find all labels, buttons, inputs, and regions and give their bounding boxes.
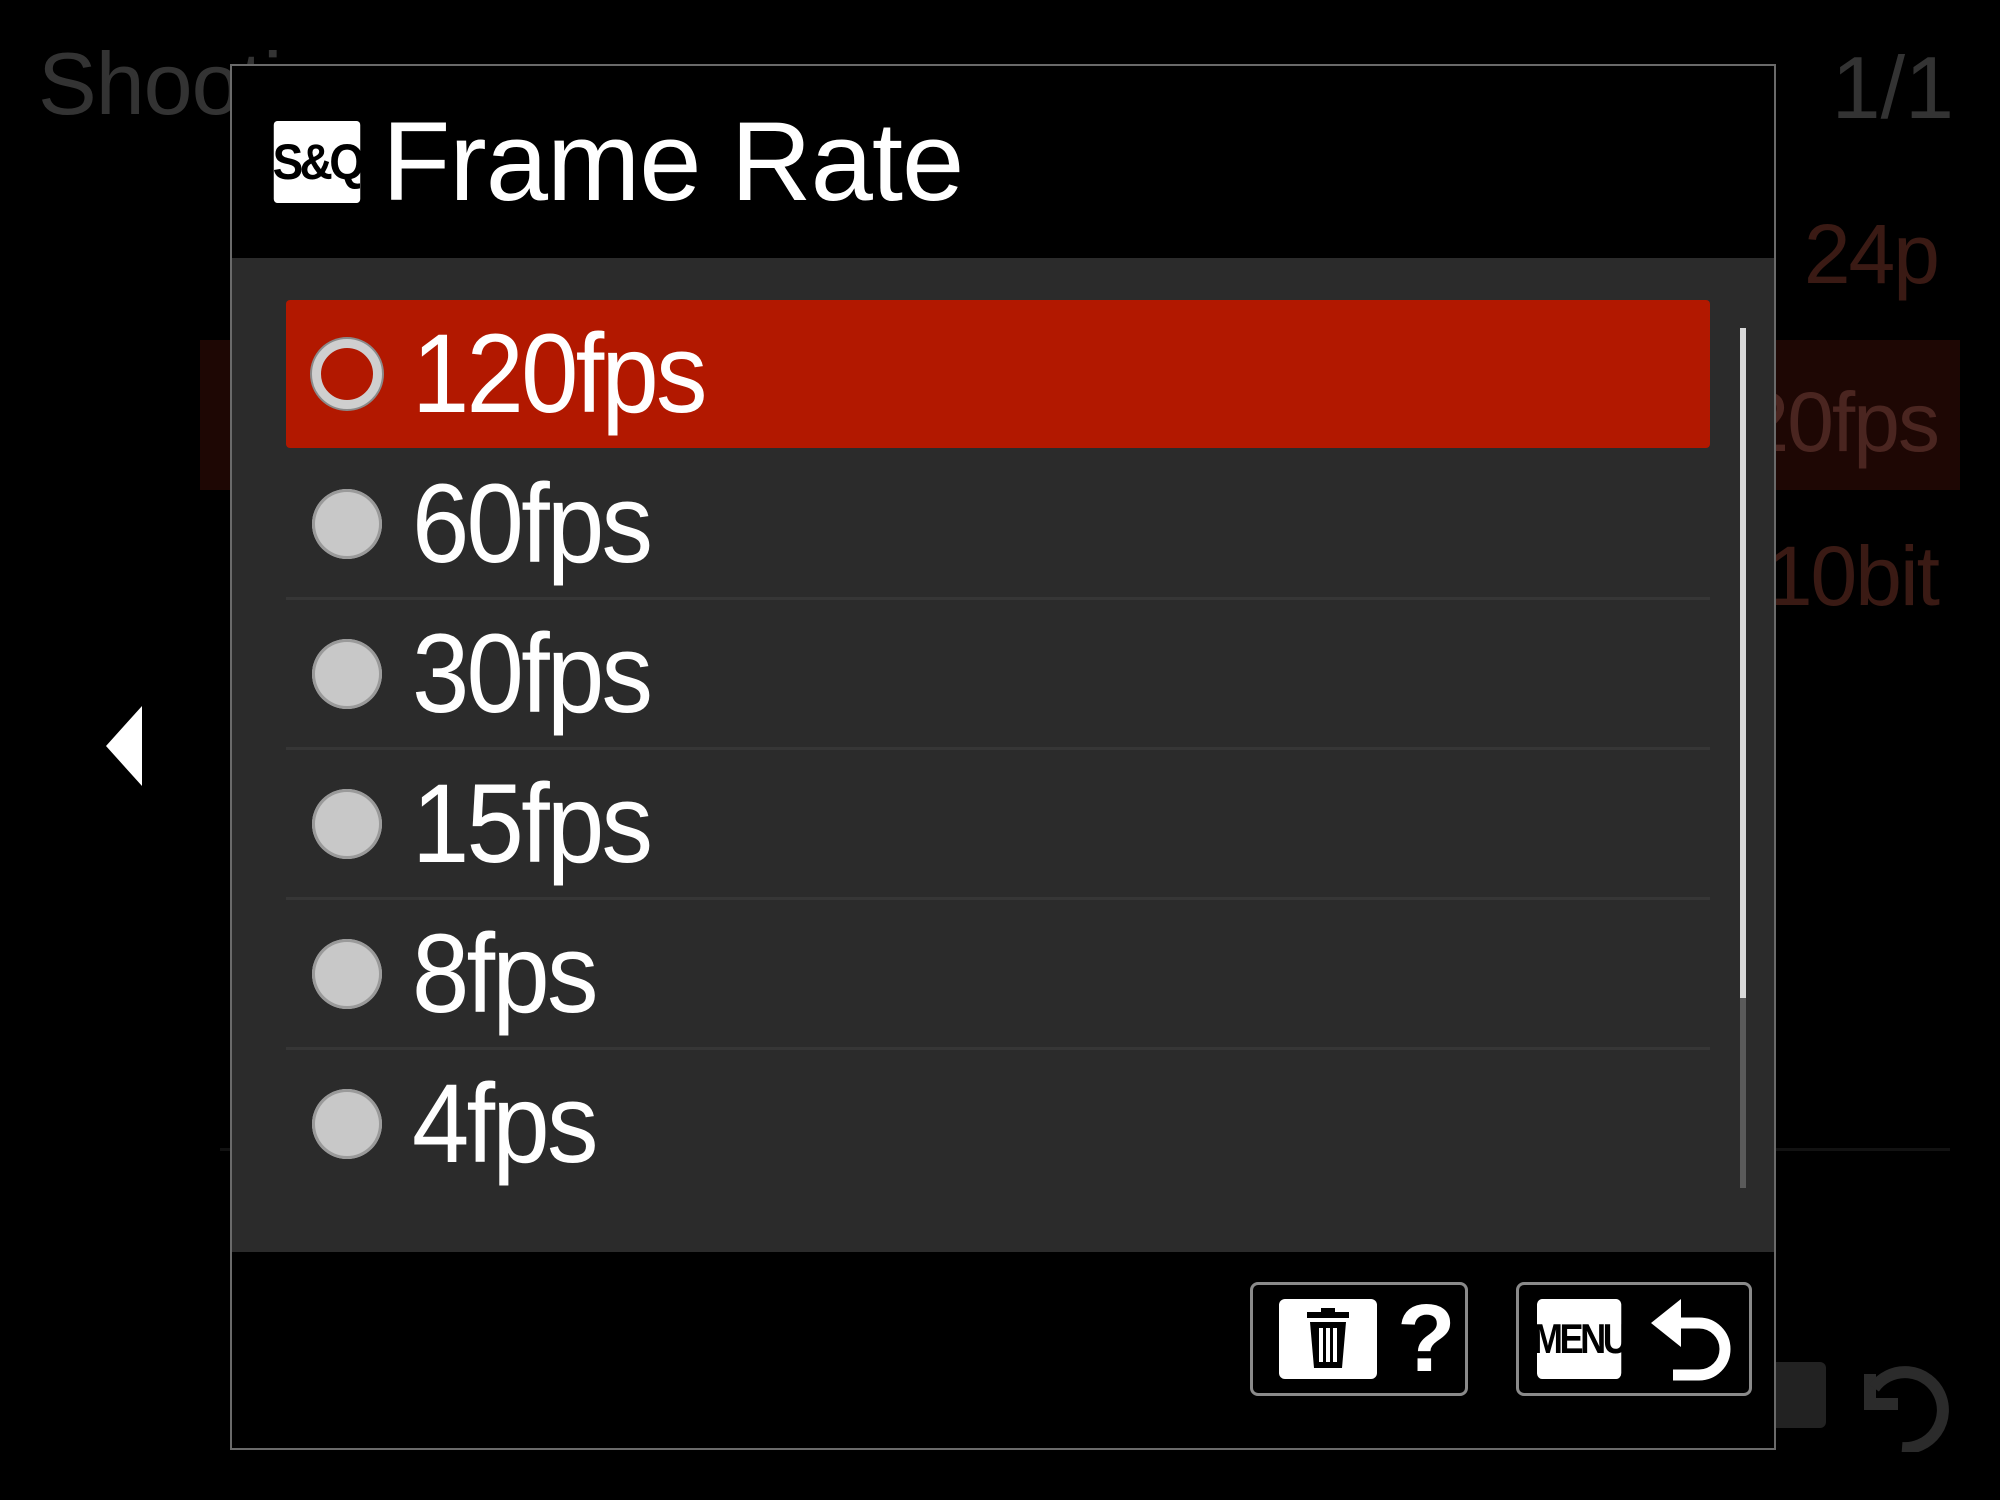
question-icon: ? <box>1397 1285 1456 1392</box>
dialog-header: S&Q Frame Rate <box>232 66 1774 258</box>
delete-help-button[interactable]: ? <box>1250 1282 1468 1396</box>
radio-unselected-icon <box>312 939 382 1009</box>
option-120fps[interactable]: 120fps <box>286 300 1710 448</box>
option-label: 15fps <box>412 761 653 886</box>
option-8fps[interactable]: 8fps <box>286 900 1710 1050</box>
frame-rate-dialog: S&Q Frame Rate 120fps 60fps 30fps 15fps <box>230 64 1776 1450</box>
background-page-indicator: 1/1 <box>1831 38 1954 137</box>
scrollbar[interactable] <box>1740 328 1746 1188</box>
menu-back-button[interactable]: MENU <box>1516 1282 1752 1396</box>
left-arrow-icon[interactable] <box>106 706 146 786</box>
option-label: 60fps <box>412 461 653 586</box>
dialog-title: Frame Rate <box>382 99 964 224</box>
option-60fps[interactable]: 60fps <box>286 450 1710 600</box>
radio-selected-icon <box>312 339 382 409</box>
option-30fps[interactable]: 30fps <box>286 600 1710 750</box>
radio-unselected-icon <box>312 789 382 859</box>
option-label: 8fps <box>412 911 598 1036</box>
option-label: 30fps <box>412 611 653 736</box>
radio-unselected-icon <box>312 1089 382 1159</box>
option-4fps[interactable]: 4fps <box>286 1050 1710 1198</box>
scrollbar-thumb[interactable] <box>1740 328 1746 998</box>
option-label: 120fps <box>412 311 708 436</box>
frame-rate-options-list: 120fps 60fps 30fps 15fps 8fps 4fps <box>232 258 1774 1252</box>
dialog-footer: ? MENU <box>232 1252 1774 1448</box>
option-15fps[interactable]: 15fps <box>286 750 1710 900</box>
radio-unselected-icon <box>312 639 382 709</box>
background-value-record-setting: 24p <box>1803 207 1940 301</box>
background-value-bit-depth: 10bit <box>1765 529 1940 623</box>
camera-screen: Shooti 1/1 24p 20fps 10bit S&Q Frame Rat… <box>0 0 2000 1500</box>
return-arrow-icon <box>1651 1299 1731 1381</box>
option-label: 4fps <box>412 1061 598 1186</box>
radio-unselected-icon <box>312 489 382 559</box>
trash-icon <box>1279 1299 1377 1379</box>
menu-key-icon: MENU <box>1533 1299 1629 1379</box>
sq-badge-icon: S&Q <box>273 121 365 203</box>
background-return-arrow-icon <box>1770 1362 1949 1452</box>
